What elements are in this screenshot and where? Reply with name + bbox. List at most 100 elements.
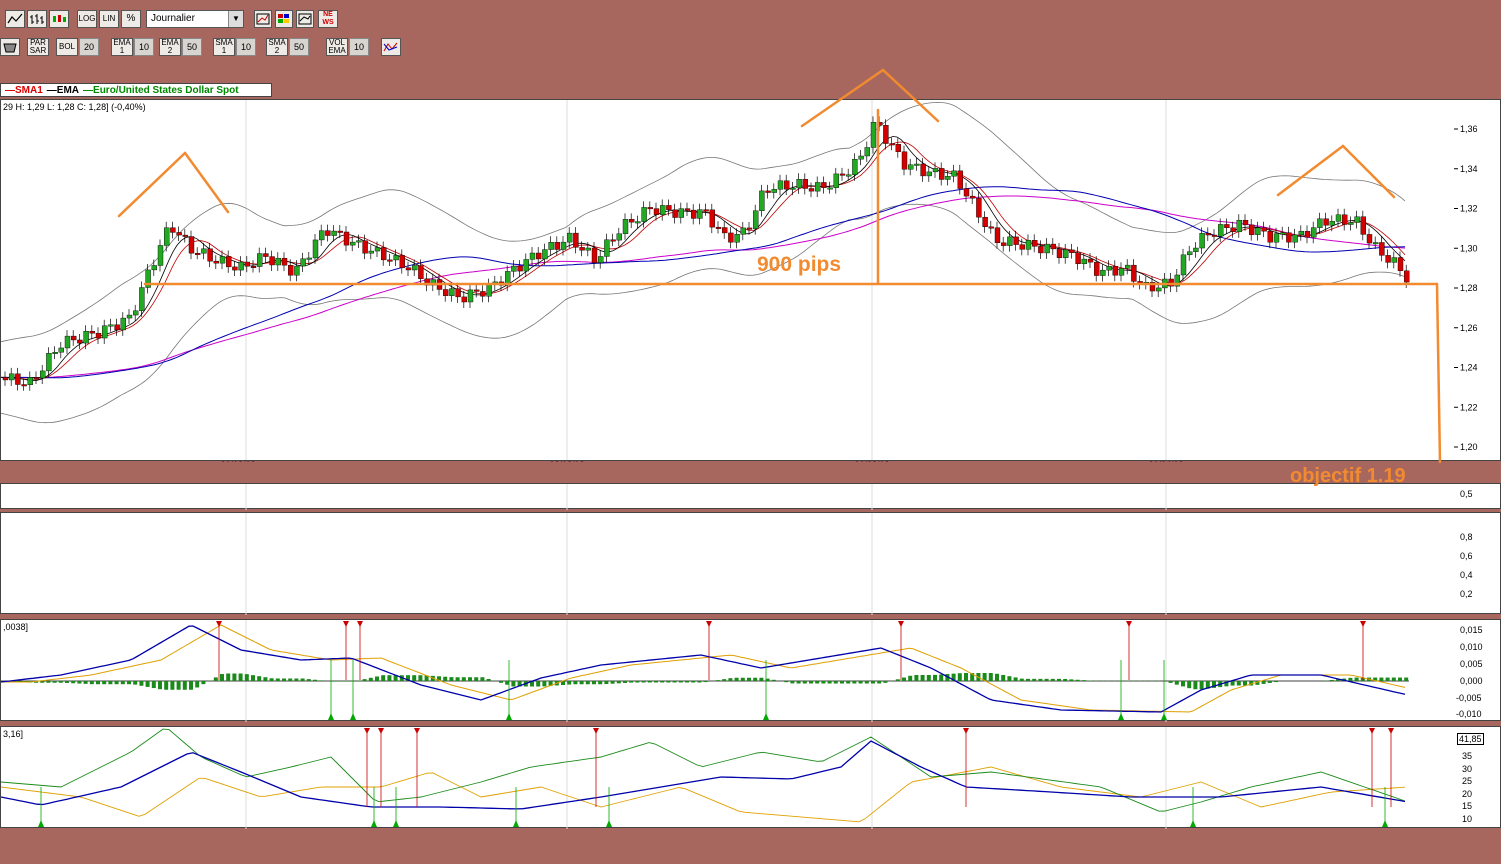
macd-histogram-bar xyxy=(344,681,348,682)
candle-body xyxy=(548,242,554,250)
bar-chart-button[interactable] xyxy=(27,10,47,28)
candle-body xyxy=(889,143,895,146)
volema-button[interactable]: VOL EMA xyxy=(326,38,348,56)
macd-histogram-bar xyxy=(313,679,317,681)
tool-button-1[interactable] xyxy=(254,10,272,28)
macd-histogram-bar xyxy=(1001,674,1006,681)
macd-histogram-bar xyxy=(616,681,621,684)
candle-body xyxy=(846,174,852,177)
indicator-settings-button[interactable] xyxy=(381,38,401,56)
candle-body xyxy=(139,287,145,312)
candle-body xyxy=(523,259,529,272)
candle-body xyxy=(672,209,678,218)
sma2-button[interactable]: SMA 2 xyxy=(266,38,288,56)
sma2-period[interactable]: 50 xyxy=(289,38,309,56)
candle-body xyxy=(511,265,517,272)
candle-body xyxy=(480,291,486,297)
macd-histogram-bar xyxy=(201,681,206,685)
macd-histogram-bar xyxy=(58,681,63,683)
macd-histogram-bar xyxy=(1013,677,1018,681)
toolbar-indicators: PAR SAR BOL 20 EMA 1 10 EMA 2 50 SMA 1 1… xyxy=(0,34,1501,60)
candle-body xyxy=(585,247,591,251)
period-select[interactable]: Journalier ▼ xyxy=(146,10,244,28)
colors-icon xyxy=(278,14,289,23)
sub-panel-2-grid xyxy=(245,513,1167,615)
macd-histogram-bar xyxy=(114,681,119,685)
candle-body xyxy=(1348,222,1354,225)
candle-body xyxy=(759,190,765,211)
candle-chart-button[interactable] xyxy=(49,10,69,28)
sell-signal-marker xyxy=(378,728,384,734)
candle-body xyxy=(2,377,9,381)
candle-body xyxy=(1031,240,1038,247)
buy-signal-marker xyxy=(393,820,399,827)
ema2-button[interactable]: EMA 2 xyxy=(159,38,181,56)
macd-histogram-bar xyxy=(412,675,417,681)
candle-body xyxy=(945,176,951,180)
tool-button-2[interactable] xyxy=(275,10,293,28)
macd-histogram-bar xyxy=(1379,677,1384,681)
macd-histogram-bar xyxy=(102,681,107,685)
candle-body xyxy=(368,250,374,254)
macd-histogram-bar xyxy=(1354,677,1359,681)
candle-body xyxy=(188,236,195,254)
macd-histogram-bar xyxy=(226,673,231,681)
macd-histogram-bar xyxy=(1404,677,1409,681)
candle-body xyxy=(126,314,133,319)
macd-histogram-bar xyxy=(306,679,311,681)
candle-body xyxy=(1106,266,1112,271)
sma1-button[interactable]: SMA 1 xyxy=(213,38,235,56)
buy-signal-marker xyxy=(606,820,612,827)
candle-body xyxy=(932,168,939,173)
dmi-chart xyxy=(1,727,1406,829)
bol-period[interactable]: 20 xyxy=(79,38,99,56)
bol-button[interactable]: BOL xyxy=(56,38,78,56)
candle-body xyxy=(715,226,722,229)
candle-body xyxy=(957,170,963,189)
buy-signal-marker xyxy=(1382,820,1388,827)
sell-signal-marker xyxy=(706,621,712,627)
ema1-button[interactable]: EMA 1 xyxy=(111,38,133,56)
macd-histogram-bar xyxy=(703,681,708,683)
macd-histogram-bar xyxy=(759,677,764,681)
macd-histogram-bar xyxy=(387,675,392,681)
candle-body xyxy=(1155,287,1162,292)
log-scale-button[interactable]: LOG xyxy=(77,10,97,28)
candle-body xyxy=(560,241,567,250)
sell-signal-marker xyxy=(593,728,599,734)
macd-histogram-bar xyxy=(170,681,175,690)
candle-body xyxy=(1292,234,1298,243)
candle-body xyxy=(300,258,306,267)
macd-histogram-bar xyxy=(995,673,999,681)
candle-body xyxy=(616,233,622,241)
basket-button[interactable] xyxy=(0,38,20,56)
news-button[interactable]: NE WS xyxy=(318,10,338,28)
ema1-period[interactable]: 10 xyxy=(134,38,154,56)
macd-histogram-bar xyxy=(1398,677,1402,681)
price-panel[interactable]: 29 H: 1,29 L: 1,28 C: 1,28] (-0,40%) 01/… xyxy=(0,99,1455,462)
buy-signal-marker xyxy=(328,713,334,720)
candle-body xyxy=(691,209,697,219)
candle-body xyxy=(753,210,759,229)
chevron-down-icon: ▼ xyxy=(228,11,243,27)
candle-body xyxy=(170,227,176,233)
x-tick-label: 01/04/13 xyxy=(1148,460,1183,462)
tool-button-3[interactable] xyxy=(296,10,314,28)
percent-scale-button[interactable]: % xyxy=(121,10,141,28)
macd-histogram-bar xyxy=(331,681,336,682)
macd-histogram-bar xyxy=(790,681,795,684)
candle-body xyxy=(629,219,635,223)
line-chart-button[interactable] xyxy=(5,10,25,28)
linear-scale-button[interactable]: LIN xyxy=(99,10,119,28)
macd-histogram-bar xyxy=(678,681,683,683)
sma1-period[interactable]: 10 xyxy=(236,38,256,56)
candle-body xyxy=(281,257,288,266)
dmi-tick: 25 xyxy=(1462,776,1473,786)
dmi-tick: 10 xyxy=(1462,814,1473,824)
ema2-period[interactable]: 50 xyxy=(182,38,202,56)
volema-period[interactable]: 10 xyxy=(349,38,369,56)
candle-body xyxy=(796,179,802,189)
macd-histogram-bar xyxy=(920,675,925,681)
candle-body xyxy=(46,352,52,372)
parsar-button[interactable]: PAR SAR xyxy=(27,38,49,56)
